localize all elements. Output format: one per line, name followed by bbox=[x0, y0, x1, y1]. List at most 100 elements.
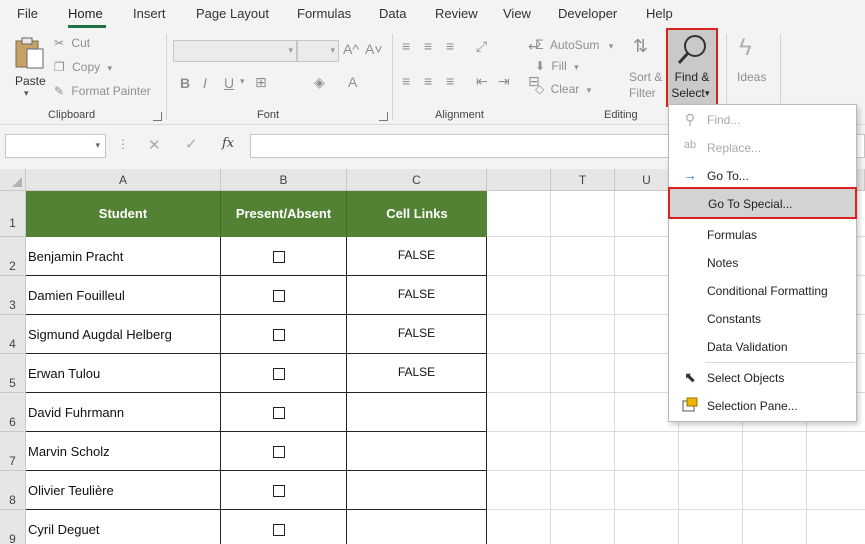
present-absent-cell[interactable] bbox=[221, 471, 347, 510]
row-header-9[interactable]: 9 bbox=[0, 510, 26, 544]
cut-button[interactable]: ✂ Cut bbox=[54, 36, 90, 50]
fill-color-icon[interactable]: ◈ bbox=[314, 74, 325, 91]
borders-icon[interactable]: ⊞ bbox=[255, 74, 267, 91]
align-middle-icon[interactable]: ≡ bbox=[424, 38, 432, 54]
menu-item-data-validation[interactable]: Data Validation bbox=[669, 334, 856, 360]
table-header-student[interactable]: Student bbox=[26, 191, 221, 237]
present-absent-cell[interactable] bbox=[221, 276, 347, 315]
align-left-icon[interactable]: ≡ bbox=[402, 73, 410, 89]
font-name-select[interactable]: ▾ bbox=[173, 40, 297, 62]
copy-button[interactable]: ❐ Copy ▾ bbox=[54, 60, 112, 74]
orientation-icon[interactable]: ⤢ bbox=[476, 38, 487, 55]
menu-item-conditional-formatting[interactable]: Conditional Formatting bbox=[669, 278, 856, 304]
select-all-corner[interactable] bbox=[0, 169, 26, 191]
present-absent-cell[interactable] bbox=[221, 393, 347, 432]
tab-review[interactable]: Review bbox=[435, 6, 478, 21]
font-color-icon[interactable]: A bbox=[348, 74, 357, 90]
tab-page-layout[interactable]: Page Layout bbox=[196, 6, 269, 21]
tab-data[interactable]: Data bbox=[379, 6, 406, 21]
cell-link-value-cell[interactable] bbox=[347, 510, 487, 544]
attendance-checkbox[interactable] bbox=[273, 485, 285, 497]
menu-item-notes[interactable]: Notes bbox=[669, 250, 856, 276]
cell-link-value-cell[interactable]: FALSE bbox=[347, 237, 487, 276]
student-name-cell[interactable]: Sigmund Augdal Helberg bbox=[26, 315, 221, 354]
cell-link-value-cell[interactable] bbox=[347, 432, 487, 471]
menu-item-select-objects[interactable]: ⬉ Select Objects bbox=[669, 365, 856, 391]
table-header-cell-links[interactable]: Cell Links bbox=[347, 191, 487, 237]
grow-font-icon[interactable]: A^ bbox=[343, 41, 359, 57]
chevron-down-icon[interactable]: ▾ bbox=[95, 140, 100, 151]
cell-link-value-cell[interactable] bbox=[347, 471, 487, 510]
decrease-indent-icon[interactable]: ⇤ bbox=[476, 73, 488, 90]
tab-file[interactable]: File bbox=[17, 6, 38, 21]
present-absent-cell[interactable] bbox=[221, 510, 347, 544]
name-box[interactable]: ▾ bbox=[5, 134, 106, 158]
column-header-b[interactable]: B bbox=[221, 169, 347, 191]
align-center-icon[interactable]: ≡ bbox=[424, 73, 432, 89]
underline-button[interactable]: U bbox=[224, 75, 234, 91]
menu-item-constants[interactable]: Constants bbox=[669, 306, 856, 332]
present-absent-cell[interactable] bbox=[221, 432, 347, 471]
row-header-4[interactable]: 4 bbox=[0, 315, 26, 354]
column-header-a[interactable]: A bbox=[26, 169, 221, 191]
fill-button[interactable]: ⬇ Fill ▾ bbox=[535, 59, 579, 73]
enter-icon[interactable]: ✓ bbox=[185, 135, 198, 153]
align-right-icon[interactable]: ≡ bbox=[446, 73, 454, 89]
tab-formulas[interactable]: Formulas bbox=[297, 6, 351, 21]
student-name-cell[interactable]: Erwan Tulou bbox=[26, 354, 221, 393]
student-name-cell[interactable]: Benjamin Pracht bbox=[26, 237, 221, 276]
insert-function-icon[interactable]: fx bbox=[222, 136, 234, 151]
menu-item-selection-pane[interactable]: Selection Pane... bbox=[669, 393, 856, 419]
attendance-checkbox[interactable] bbox=[273, 290, 285, 302]
cell-link-value-cell[interactable]: FALSE bbox=[347, 315, 487, 354]
row-header-2[interactable]: 2 bbox=[0, 237, 26, 276]
row-header-3[interactable]: 3 bbox=[0, 276, 26, 315]
align-top-icon[interactable]: ≡ bbox=[402, 38, 410, 54]
ideas-button[interactable]: ϟ Ideas bbox=[734, 34, 770, 94]
student-name-cell[interactable]: David Fuhrmann bbox=[26, 393, 221, 432]
shrink-font-icon[interactable]: A˅ bbox=[365, 41, 383, 57]
attendance-checkbox[interactable] bbox=[273, 446, 285, 458]
cell-link-value-cell[interactable]: FALSE bbox=[347, 276, 487, 315]
format-painter-button[interactable]: ✎ Format Painter bbox=[54, 84, 151, 98]
tab-view[interactable]: View bbox=[503, 6, 531, 21]
attendance-checkbox[interactable] bbox=[273, 524, 285, 536]
attendance-checkbox[interactable] bbox=[273, 368, 285, 380]
increase-indent-icon[interactable]: ⇥ bbox=[498, 73, 510, 90]
font-launcher-icon[interactable] bbox=[379, 112, 388, 121]
tab-developer[interactable]: Developer bbox=[558, 6, 617, 21]
tab-insert[interactable]: Insert bbox=[133, 6, 166, 21]
paste-button[interactable]: Paste ▾ bbox=[8, 34, 50, 102]
bold-button[interactable]: B bbox=[180, 75, 190, 91]
menu-item-formulas[interactable]: Formulas bbox=[669, 222, 856, 248]
find-select-button[interactable]: Find & Select ▾ bbox=[666, 28, 718, 107]
student-name-cell[interactable]: Marvin Scholz bbox=[26, 432, 221, 471]
attendance-checkbox[interactable] bbox=[273, 407, 285, 419]
present-absent-cell[interactable] bbox=[221, 315, 347, 354]
align-bottom-icon[interactable]: ≡ bbox=[446, 38, 454, 54]
menu-item-replace[interactable]: ab Replace... bbox=[669, 135, 856, 161]
student-name-cell[interactable]: Cyril Deguet bbox=[26, 510, 221, 544]
tab-home[interactable]: Home bbox=[68, 6, 103, 21]
menu-item-go-to-special[interactable]: Go To Special... bbox=[668, 187, 857, 219]
cancel-icon[interactable]: ✕ bbox=[148, 136, 161, 154]
font-size-select[interactable]: ▾ bbox=[297, 40, 339, 62]
menu-item-go-to[interactable]: → Go To... bbox=[669, 163, 856, 189]
present-absent-cell[interactable] bbox=[221, 237, 347, 276]
column-header-t[interactable]: T bbox=[551, 169, 615, 191]
student-name-cell[interactable]: Olivier Teulière bbox=[26, 471, 221, 510]
column-header-c[interactable]: C bbox=[347, 169, 487, 191]
column-header-blank[interactable] bbox=[487, 169, 551, 191]
row-header-8[interactable]: 8 bbox=[0, 471, 26, 510]
menu-item-find[interactable]: ⚲ Find... bbox=[669, 107, 856, 133]
attendance-checkbox[interactable] bbox=[273, 329, 285, 341]
row-header-7[interactable]: 7 bbox=[0, 432, 26, 471]
italic-button[interactable]: I bbox=[203, 75, 207, 91]
cell-link-value-cell[interactable] bbox=[347, 393, 487, 432]
row-header-6[interactable]: 6 bbox=[0, 393, 26, 432]
autosum-button[interactable]: Σ AutoSum ▾ bbox=[535, 36, 613, 52]
student-name-cell[interactable]: Damien Fouilleul bbox=[26, 276, 221, 315]
clipboard-launcher-icon[interactable] bbox=[153, 112, 162, 121]
row-header-5[interactable]: 5 bbox=[0, 354, 26, 393]
cell-link-value-cell[interactable]: FALSE bbox=[347, 354, 487, 393]
